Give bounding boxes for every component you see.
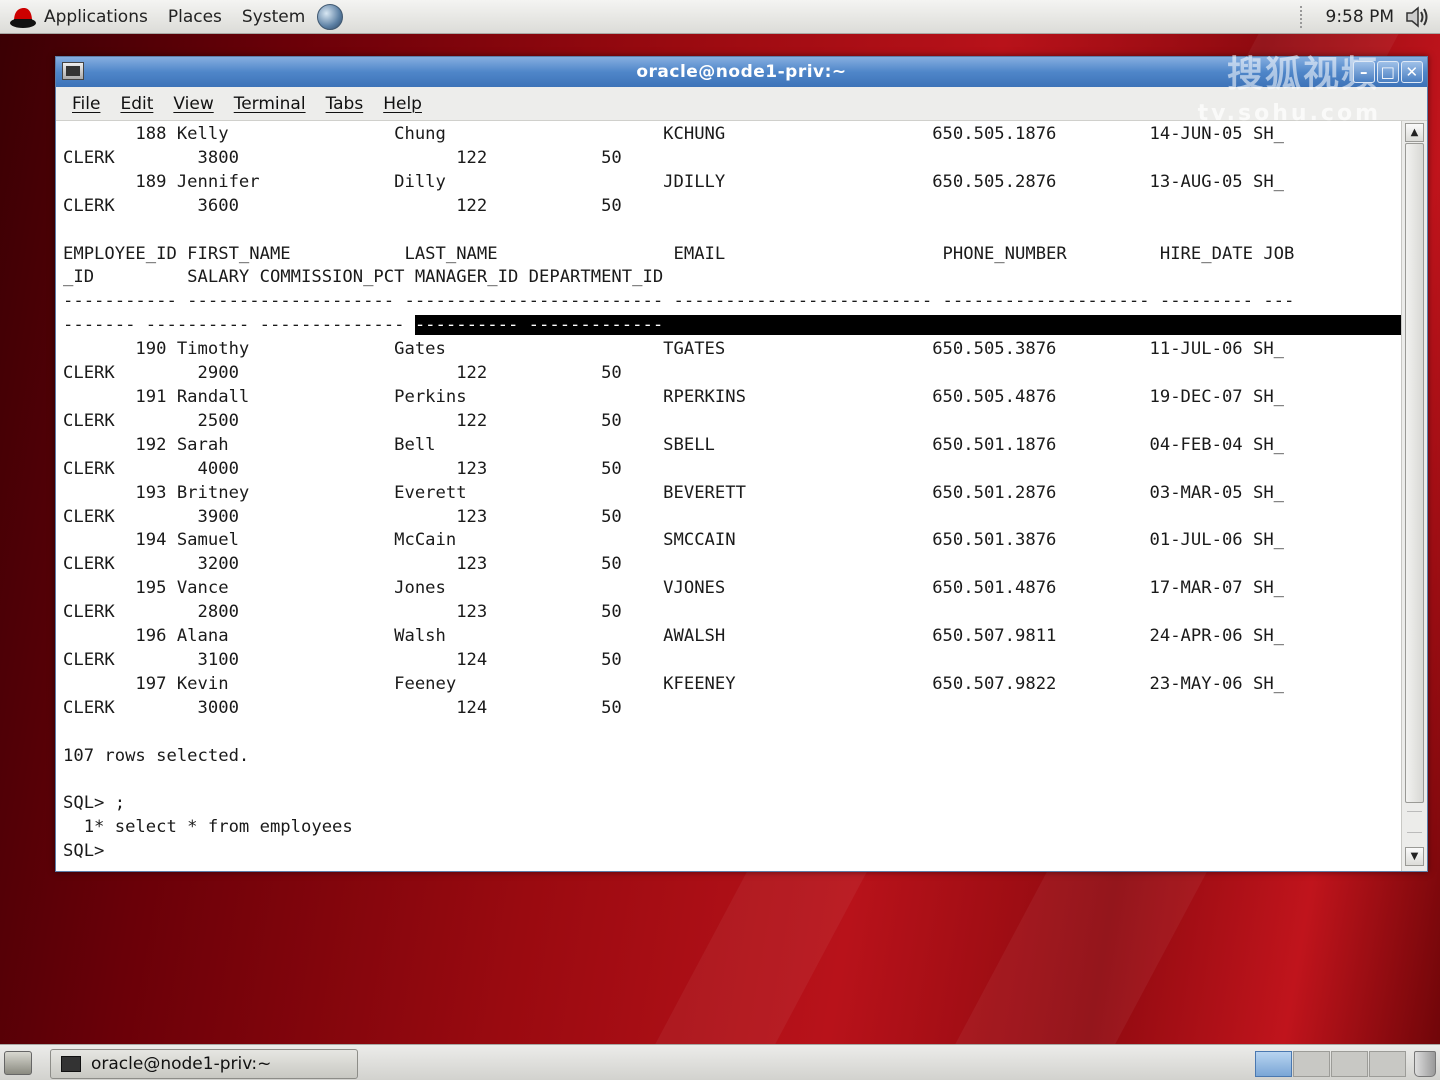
terminal-lines-after: 190 Timothy Gates TGATES 650.505.3876 11… [63, 339, 1285, 862]
terminal-selection: ---------- ------------- [414, 315, 1402, 336]
bottom-panel: oracle@node1-priv:~ [0, 1044, 1440, 1080]
volume-icon[interactable] [1404, 4, 1432, 30]
window-titlebar[interactable]: oracle@node1-priv:~ 搜狐视频 tv.sohu.com – □… [56, 54, 1427, 126]
menu-help[interactable]: Help [383, 94, 422, 114]
terminal-window: oracle@node1-priv:~ 搜狐视频 tv.sohu.com – □… [55, 54, 1428, 872]
workspace-3[interactable] [1331, 1051, 1368, 1077]
menu-tabs[interactable]: Tabs [326, 94, 364, 114]
redhat-icon[interactable] [8, 4, 38, 30]
window-title: oracle@node1-priv:~ [636, 62, 847, 82]
workspace-2[interactable] [1293, 1051, 1330, 1077]
workspace-4[interactable] [1369, 1051, 1406, 1077]
terminal-text: 188 Kelly Chung KCHUNG 650.505.1876 14-J… [56, 121, 1402, 864]
minimize-button[interactable]: – [1353, 61, 1375, 83]
menu-view[interactable]: View [173, 94, 213, 114]
maximize-button[interactable]: □ [1377, 61, 1399, 83]
workspace-1[interactable] [1255, 1051, 1292, 1077]
scroll-up-button[interactable]: ▲ [1405, 123, 1424, 142]
terminal-window-icon[interactable] [62, 62, 84, 80]
desktop-stripe [652, 870, 868, 1050]
clock[interactable]: 9:58 PM [1326, 7, 1395, 27]
terminal-row-prefix: ------- ---------- -------------- [63, 315, 415, 336]
terminal-icon [61, 1056, 81, 1072]
trash-icon[interactable] [1414, 1051, 1436, 1077]
menu-terminal[interactable]: Terminal [234, 94, 306, 114]
places-menu[interactable]: Places [168, 7, 222, 27]
applications-menu[interactable]: Applications [44, 7, 148, 27]
show-desktop-icon[interactable] [4, 1051, 32, 1075]
menu-file[interactable]: File [72, 94, 100, 114]
close-button[interactable]: ✕ [1401, 61, 1423, 83]
system-menu[interactable]: System [242, 7, 305, 27]
workspace-switcher [1255, 1051, 1407, 1077]
taskbar-item-label: oracle@node1-priv:~ [91, 1054, 272, 1074]
scroll-down-button[interactable]: ▼ [1405, 847, 1424, 866]
menu-edit[interactable]: Edit [120, 94, 153, 114]
vertical-scrollbar[interactable]: ▲ ▼ [1401, 121, 1427, 871]
scrollbar-track[interactable] [1407, 811, 1422, 833]
terminal-output[interactable]: 188 Kelly Chung KCHUNG 650.505.1876 14-J… [56, 121, 1402, 871]
desktop-stripe [952, 870, 1208, 1050]
taskbar-item-terminal[interactable]: oracle@node1-priv:~ [50, 1049, 358, 1079]
scrollbar-thumb[interactable] [1405, 143, 1424, 803]
browser-launcher-icon[interactable] [317, 3, 344, 30]
top-panel: Applications Places System 9:58 PM [0, 0, 1440, 34]
panel-separator [1299, 6, 1306, 28]
terminal-lines-before: 188 Kelly Chung KCHUNG 650.505.1876 14-J… [63, 124, 1295, 312]
